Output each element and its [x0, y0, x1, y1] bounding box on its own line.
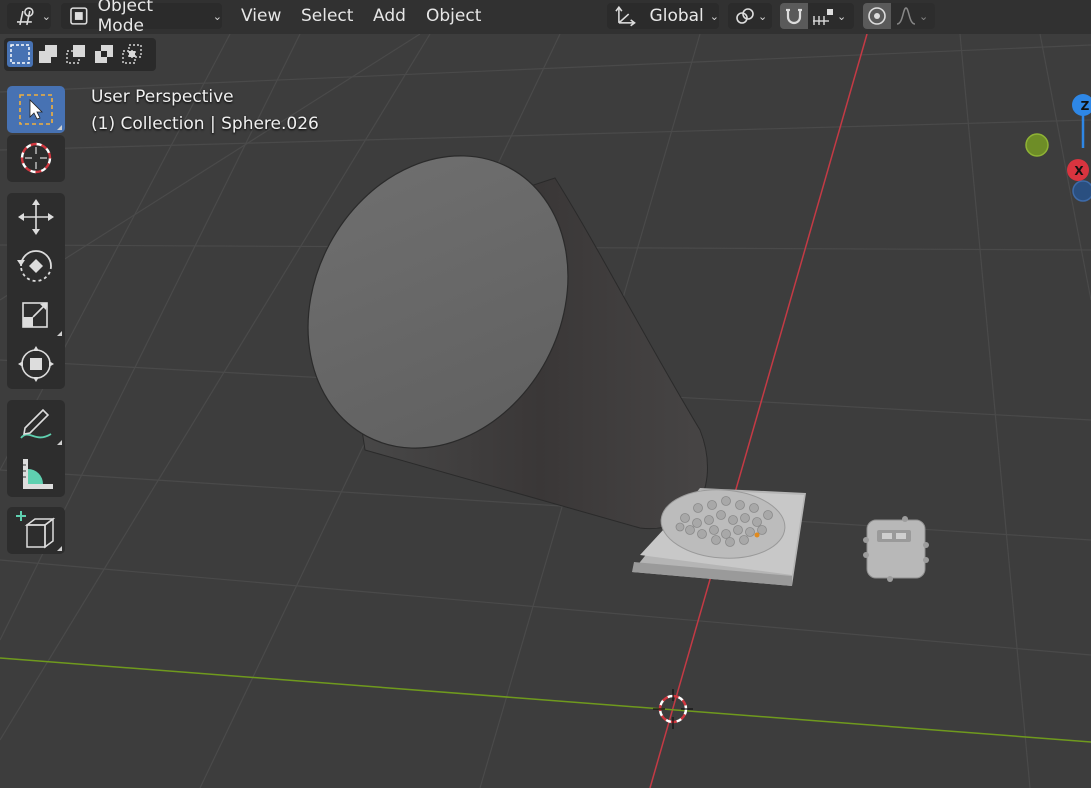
mode-selector[interactable]: Object Mode ⌄ [61, 0, 222, 36]
tool-transform[interactable] [7, 340, 65, 388]
transform-orientation-selector[interactable]: Global ⌄ [607, 3, 719, 29]
y-axis-line [0, 657, 1091, 743]
orientation-label: Global [649, 6, 704, 26]
chevron-down-icon: ⌄ [709, 9, 719, 23]
menu-view[interactable]: View [241, 6, 281, 26]
tool-move[interactable] [7, 193, 65, 241]
proportional-editing-icon [868, 7, 886, 25]
pivot-point-selector[interactable]: ⌄ [728, 3, 772, 29]
select-subtract-button[interactable] [63, 41, 89, 67]
chevron-down-icon: ⌄ [758, 9, 768, 23]
magnet-icon [786, 8, 802, 25]
snap-increment-icon [813, 9, 833, 25]
navigation-gizmo[interactable]: Z X [1025, 94, 1091, 202]
snap-toggle[interactable] [780, 3, 808, 29]
chevron-down-icon: ⌄ [41, 9, 51, 23]
rotate-icon [17, 250, 52, 282]
select-difference-icon [95, 45, 113, 63]
tool-scale[interactable] [7, 291, 65, 339]
menu-add[interactable]: Add [373, 6, 406, 26]
cursor-icon [20, 142, 52, 174]
transform-tools-group [7, 193, 65, 389]
3d-viewport-editor-icon [16, 7, 34, 26]
perspective-label: User Perspective [91, 87, 234, 107]
select-extend-button[interactable] [35, 41, 61, 67]
tool-options-corner [57, 125, 62, 130]
object-mode-icon [70, 7, 88, 25]
measure-ruler-icon [23, 459, 53, 489]
tool-select-box[interactable] [7, 86, 65, 133]
chevron-down-icon: ⌄ [212, 9, 222, 23]
menu-object[interactable]: Object [426, 6, 481, 26]
cone-object [307, 155, 708, 530]
object-info-label: (1) Collection | Sphere.026 [91, 114, 319, 134]
tool-options-corner [57, 546, 62, 551]
snap-target-selector[interactable]: ⌄ [808, 3, 854, 29]
mode-label: Object Mode [97, 0, 154, 36]
select-new-button[interactable] [7, 41, 33, 67]
viewport-header: ⌄ Object Mode ⌄ View Select Add Object G… [0, 0, 1091, 36]
falloff-curve-icon [896, 7, 916, 25]
menu-select[interactable]: Select [301, 6, 353, 26]
move-icon [18, 199, 54, 235]
tool-options-corner [57, 440, 62, 445]
select-subtract-icon [66, 45, 85, 64]
transform-icon [18, 346, 54, 382]
tool-options-corner [57, 331, 62, 336]
chevron-down-icon: ⌄ [837, 9, 847, 23]
annotate-tools-group [7, 400, 65, 497]
gizmo-z-label: Z [1081, 99, 1090, 113]
tool-add-cube[interactable] [7, 507, 65, 554]
chevron-down-icon: ⌄ [919, 9, 929, 23]
proportional-falloff-selector[interactable]: ⌄ [891, 3, 935, 29]
gizmo-x-label: X [1074, 164, 1084, 178]
proportional-editing-toggle[interactable] [863, 3, 891, 29]
orientation-axes-icon [615, 5, 636, 27]
select-extend-icon [39, 45, 57, 63]
select-difference-button[interactable] [91, 41, 117, 67]
tool-cursor[interactable] [7, 135, 65, 182]
gizmo-y-negative [1025, 133, 1049, 157]
editor-type-button[interactable]: ⌄ [7, 3, 51, 29]
pivot-link-icon [736, 8, 754, 24]
select-new-icon [10, 44, 30, 64]
select-intersect-icon [122, 44, 142, 64]
tool-rotate[interactable] [7, 242, 65, 290]
box-object [863, 516, 929, 582]
tool-measure[interactable] [7, 449, 65, 497]
tool-annotate[interactable] [7, 400, 65, 448]
selection-mode-bar [4, 38, 156, 71]
select-intersect-button[interactable] [119, 41, 145, 67]
gizmo-z-negative [1072, 180, 1091, 202]
